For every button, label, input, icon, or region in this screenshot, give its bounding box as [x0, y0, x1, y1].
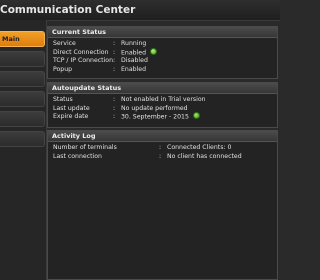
- row-value: No client has connected: [167, 152, 242, 160]
- panel-title: Current Status: [48, 27, 277, 38]
- status-row-tcp-ip: TCP / IP Connection : Disabled: [48, 57, 277, 66]
- sidebar-item-5[interactable]: [0, 111, 45, 127]
- row-value: Disabled: [121, 57, 148, 64]
- sidebar-item-label: Main: [2, 35, 20, 43]
- row-label: Number of terminals: [53, 144, 117, 151]
- row-separator: :: [113, 65, 116, 73]
- row-value: Enabled: [121, 65, 147, 73]
- sidebar-item-3[interactable]: [0, 71, 45, 87]
- autoupdate-row-status: Status : Not enabled in Trial version: [48, 96, 277, 105]
- sidebar-item-label: [0, 75, 2, 82]
- row-value: Enabled: [121, 49, 147, 56]
- current-status-panel: Current Status Service : Running Direct …: [47, 26, 278, 79]
- row-separator: :: [113, 48, 116, 56]
- panel-title: Autoupdate Status: [48, 83, 277, 94]
- sidebar-item-2[interactable]: [0, 51, 45, 67]
- window-title: Communication Center: [0, 4, 136, 16]
- row-value: Connected Clients: 0: [167, 144, 232, 151]
- row-separator: :: [113, 113, 116, 120]
- row-separator: :: [113, 40, 116, 47]
- status-row-service: Service : Running: [48, 40, 277, 49]
- title-bar: Communication Center: [0, 0, 280, 21]
- row-label: Expire date: [53, 113, 89, 120]
- row-value: 30. September - 2015: [121, 113, 189, 121]
- sidebar-item-label: [0, 95, 2, 102]
- autoupdate-row-expire-date: Expire date : 30. September - 2015: [48, 112, 277, 122]
- row-value-wrap: 30. September - 2015: [121, 112, 200, 122]
- row-label: Last connection: [53, 152, 102, 160]
- autoupdate-row-last-update: Last update : No update performed: [48, 105, 277, 114]
- row-value: Not enabled in Trial version: [121, 96, 206, 103]
- row-label: Direct Connection: [53, 48, 109, 56]
- panel-title: Activity Log: [48, 131, 277, 142]
- autoupdate-status-panel: Autoupdate Status Status : Not enabled i…: [47, 82, 278, 128]
- row-separator: :: [159, 152, 162, 160]
- sidebar-item-label: [0, 115, 2, 122]
- activity-log-panel: Activity Log Number of terminals : Conne…: [47, 130, 278, 280]
- status-row-direct-connection: Direct Connection : Enabled: [48, 47, 277, 58]
- row-value: No update performed: [121, 104, 188, 112]
- row-label: Status: [53, 96, 73, 103]
- activity-row-last-connection: Last connection : No client has connecte…: [48, 153, 277, 162]
- row-separator: :: [113, 104, 116, 112]
- activity-row-terminals: Number of terminals : Connected Clients:…: [48, 144, 277, 153]
- row-label: Last update: [53, 104, 90, 112]
- sidebar-item-main[interactable]: Main: [0, 31, 45, 47]
- sidebar-item-label: [0, 135, 2, 142]
- row-label: Service: [53, 40, 76, 47]
- sidebar-item-6[interactable]: [0, 131, 45, 147]
- green-status-icon: [149, 47, 157, 55]
- row-separator: :: [113, 96, 116, 103]
- status-row-popup: Popup : Enabled: [48, 66, 277, 75]
- row-separator: :: [159, 144, 162, 151]
- row-label: TCP / IP Connection: [53, 57, 114, 64]
- green-check-icon: [192, 112, 200, 119]
- sidebar-item-4[interactable]: [0, 91, 45, 107]
- sidebar: Main: [0, 20, 47, 280]
- row-label: Popup: [53, 65, 73, 73]
- row-separator: :: [113, 57, 116, 64]
- sidebar-item-label: [0, 55, 2, 62]
- row-value: Running: [121, 40, 147, 47]
